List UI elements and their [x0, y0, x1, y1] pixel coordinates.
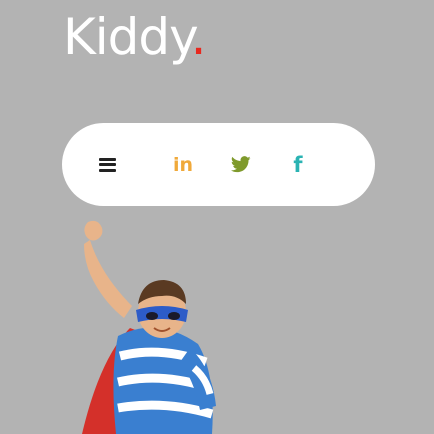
facebook-link[interactable]: f	[283, 123, 313, 206]
twitter-link[interactable]	[226, 123, 256, 206]
linkedin-icon: in	[172, 153, 194, 176]
linkedin-link[interactable]: in	[168, 123, 198, 206]
nav-bar: in f	[62, 123, 375, 206]
brand-logo[interactable]: Kiddy.	[63, 8, 207, 66]
hamburger-menu-icon	[98, 157, 116, 172]
superhero-kid-image	[82, 220, 216, 434]
brand-name: Kiddy	[63, 8, 192, 66]
brand-dot: .	[190, 8, 207, 66]
twitter-icon	[231, 156, 251, 173]
facebook-icon: f	[293, 152, 303, 177]
menu-button[interactable]	[92, 123, 122, 206]
